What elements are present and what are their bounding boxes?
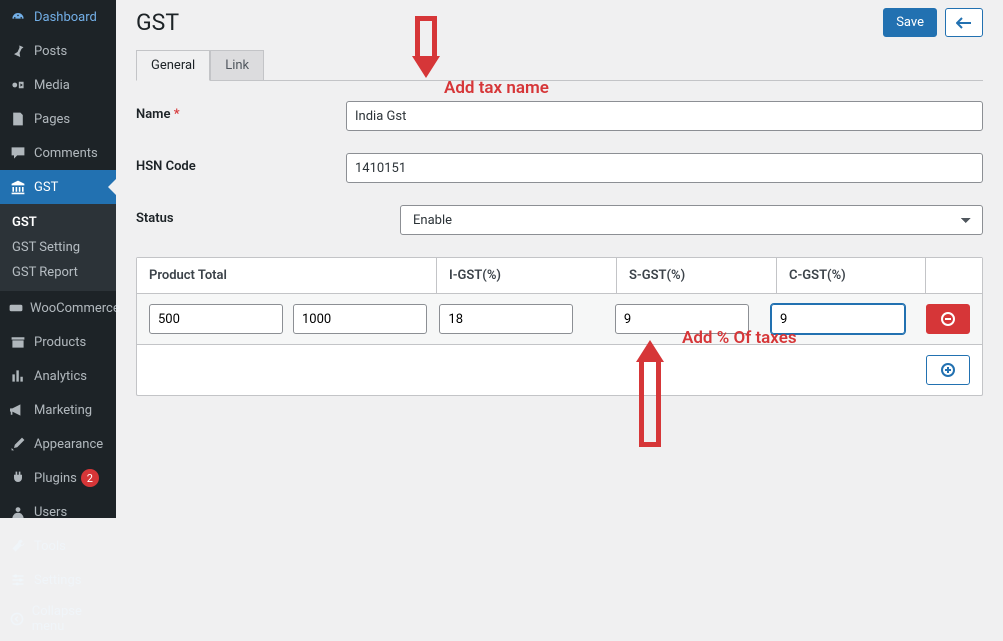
arrow-left-icon bbox=[956, 17, 972, 29]
sidebar-item-appearance[interactable]: Appearance bbox=[0, 427, 116, 461]
sidebar-item-gst[interactable]: GST bbox=[0, 170, 116, 204]
col-actions bbox=[926, 258, 982, 293]
product-total-from-input[interactable] bbox=[149, 304, 283, 334]
sidebar-item-dashboard[interactable]: Dashboard bbox=[0, 0, 116, 34]
sidebar-item-settings[interactable]: Settings bbox=[0, 563, 116, 597]
active-indicator-icon bbox=[108, 179, 116, 195]
status-select[interactable]: Enable bbox=[400, 205, 983, 235]
collapse-icon bbox=[8, 609, 26, 629]
update-badge: 2 bbox=[81, 469, 99, 487]
annotation-arrow-up bbox=[636, 340, 664, 362]
sidebar-item-analytics[interactable]: Analytics bbox=[0, 359, 116, 393]
main-content: GST Save General Link Name * HSN Code St… bbox=[116, 0, 1003, 518]
igst-input[interactable] bbox=[439, 304, 573, 334]
sidebar-item-woocommerce[interactable]: WooCommerce bbox=[0, 291, 116, 325]
annotation-arrow-down bbox=[412, 56, 440, 78]
minus-circle-icon bbox=[940, 311, 956, 327]
back-button[interactable] bbox=[945, 8, 983, 37]
save-button[interactable]: Save bbox=[883, 8, 937, 37]
archive-icon bbox=[8, 332, 28, 352]
tab-bar: General Link bbox=[136, 50, 983, 81]
bank-icon bbox=[8, 177, 28, 197]
cgst-input[interactable] bbox=[771, 304, 905, 334]
sidebar-item-tools[interactable]: Tools bbox=[0, 529, 116, 563]
brush-icon bbox=[8, 434, 28, 454]
hsn-label: HSN Code bbox=[136, 153, 346, 174]
delete-row-button[interactable] bbox=[926, 304, 970, 334]
user-icon bbox=[8, 502, 28, 522]
sidebar-subitem-gst[interactable]: GST bbox=[0, 210, 116, 235]
page-title: GST bbox=[136, 0, 983, 40]
sidebar-item-media[interactable]: Media bbox=[0, 68, 116, 102]
woo-icon bbox=[8, 298, 24, 318]
media-icon bbox=[8, 75, 28, 95]
add-row-button[interactable] bbox=[926, 355, 970, 385]
plus-circle-icon bbox=[940, 362, 956, 378]
col-cgst: C-GST(%) bbox=[777, 258, 926, 293]
sidebar-subitem-gst-setting[interactable]: GST Setting bbox=[0, 235, 116, 260]
col-product-total: Product Total bbox=[137, 258, 437, 293]
name-label: Name * bbox=[136, 101, 346, 122]
sidebar-item-plugins[interactable]: Plugins2 bbox=[0, 461, 116, 495]
hsn-input[interactable] bbox=[346, 153, 983, 183]
admin-sidebar: Dashboard Posts Media Pages Comments GST… bbox=[0, 0, 116, 518]
sidebar-item-products[interactable]: Products bbox=[0, 325, 116, 359]
col-sgst: S-GST(%) bbox=[617, 258, 777, 293]
sidebar-item-marketing[interactable]: Marketing bbox=[0, 393, 116, 427]
plug-icon bbox=[8, 468, 28, 488]
tax-row bbox=[137, 294, 982, 344]
wrench-icon bbox=[8, 536, 28, 556]
sidebar-subitem-gst-report[interactable]: GST Report bbox=[0, 260, 116, 285]
sidebar-item-posts[interactable]: Posts bbox=[0, 34, 116, 68]
page-icon bbox=[8, 109, 28, 129]
sidebar-item-comments[interactable]: Comments bbox=[0, 136, 116, 170]
name-input[interactable] bbox=[346, 101, 983, 131]
sgst-input[interactable] bbox=[615, 304, 749, 334]
sidebar-item-pages[interactable]: Pages bbox=[0, 102, 116, 136]
sidebar-item-users[interactable]: Users bbox=[0, 495, 116, 529]
col-igst: I-GST(%) bbox=[437, 258, 617, 293]
tax-grid: Product Total I-GST(%) S-GST(%) C-GST(%) bbox=[136, 257, 983, 396]
sidebar-collapse[interactable]: Collapse menu bbox=[0, 597, 116, 641]
required-marker: * bbox=[174, 107, 180, 122]
gauge-icon bbox=[8, 7, 28, 27]
status-label: Status bbox=[136, 205, 346, 226]
tab-general[interactable]: General bbox=[136, 50, 210, 81]
chart-icon bbox=[8, 366, 28, 386]
tab-link[interactable]: Link bbox=[210, 50, 264, 80]
product-total-to-input[interactable] bbox=[293, 304, 427, 334]
pin-icon bbox=[8, 41, 28, 61]
comment-icon bbox=[8, 143, 28, 163]
megaphone-icon bbox=[8, 400, 28, 420]
sliders-icon bbox=[8, 570, 28, 590]
sidebar-submenu: GST GST Setting GST Report bbox=[0, 204, 116, 291]
